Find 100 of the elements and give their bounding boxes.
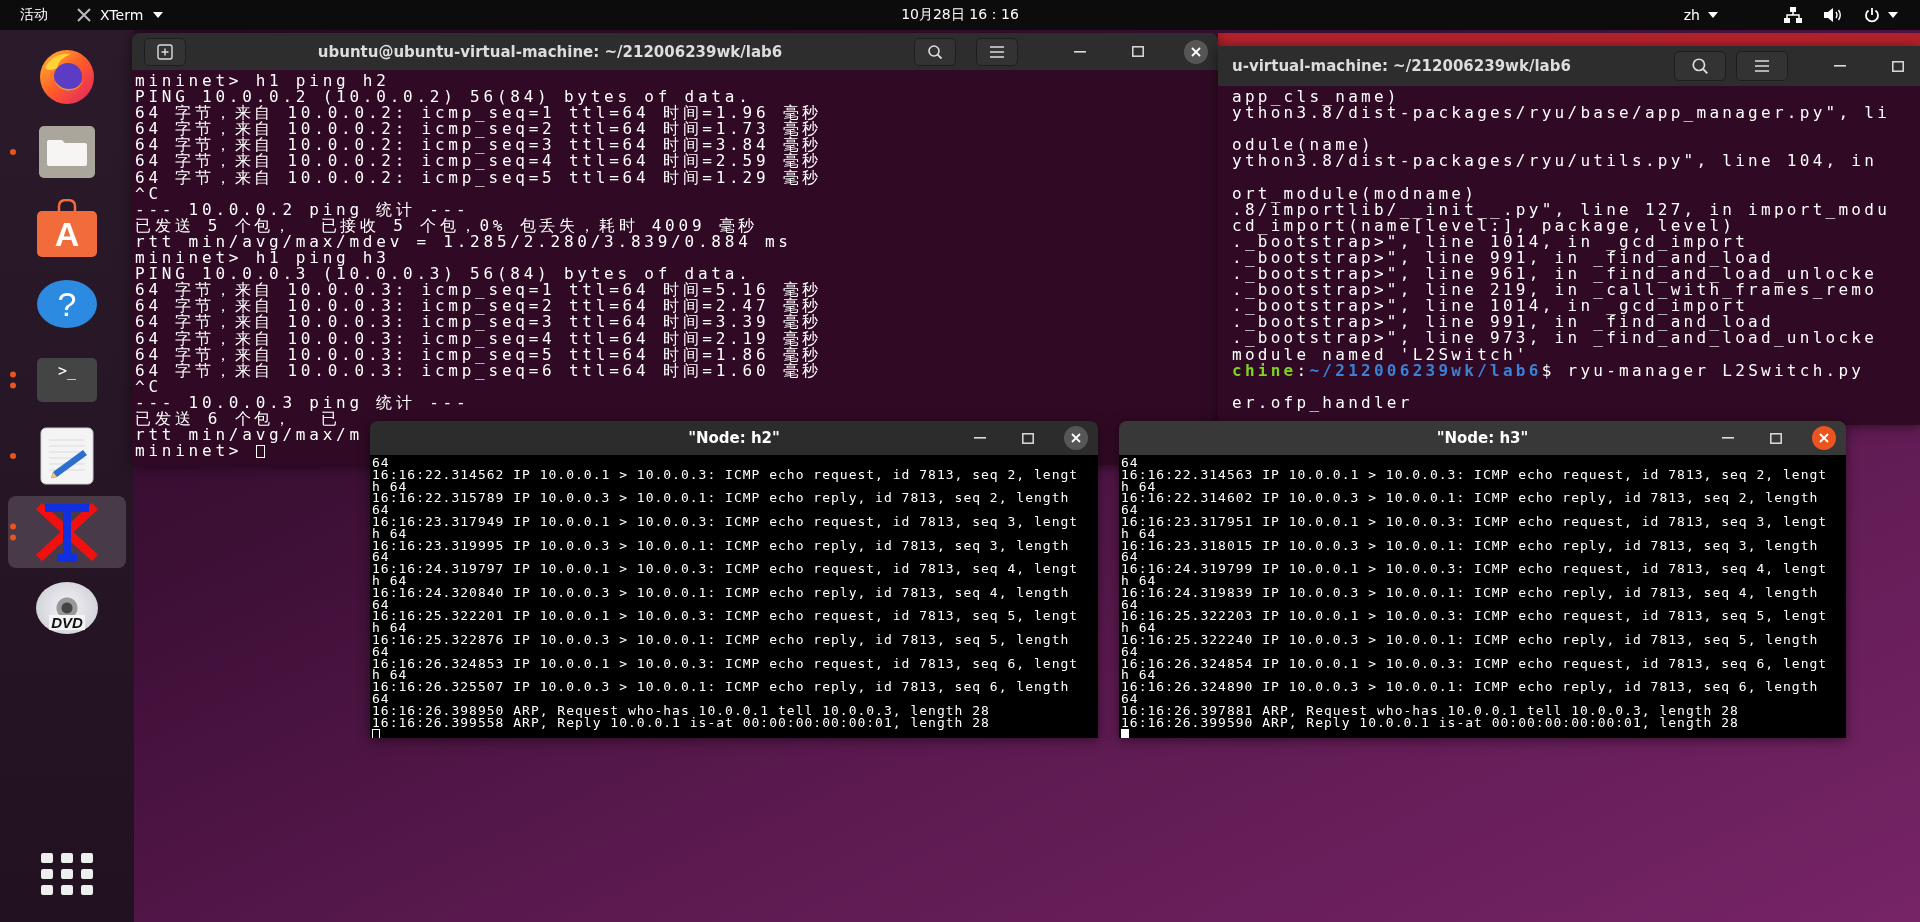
terminal-line: ._bootstrap>", line 219, in _call_with_frames_remo xyxy=(1232,282,1878,299)
folder-icon xyxy=(37,124,97,180)
search-button[interactable] xyxy=(914,37,956,66)
terminal-line: 64 xyxy=(372,692,390,705)
window-title: "Node: h3" xyxy=(1436,429,1529,447)
terminal-line: 16:16:22.314602 IP 10.0.0.3 > 10.0.0.1: ICMP echo reply, id 7813, seq 2, length xyxy=(1121,492,1819,505)
maximize-icon xyxy=(1770,432,1782,444)
terminal-line: 16:16:25.322201 IP 10.0.0.1 > 10.0.0.3: ICMP echo request, id 7813, seq 5, lengt xyxy=(372,610,1079,623)
terminal-line: chine:~/212006239wk/lab6$ ryu-manager L2Switch.py xyxy=(1232,362,1865,379)
running-indicator xyxy=(10,149,16,155)
terminal-line: rtt min/avg/max/m xyxy=(135,427,363,444)
terminal-line: h 64 xyxy=(372,622,408,634)
terminal-line: rtt min/avg/max/mdev = 1.285/2.280/3.839/0.884 ms xyxy=(135,233,792,251)
terminal-line: 已发送 6 个包， 已 xyxy=(135,410,341,428)
menu-button[interactable] xyxy=(1736,51,1788,81)
terminal-line: 64 xyxy=(372,598,390,611)
close-icon xyxy=(1191,46,1201,57)
network-icon[interactable] xyxy=(1784,7,1802,23)
terminal-line: 16:16:23.317951 IP 10.0.0.1 > 10.0.0.3: ICMP echo request, id 7813, seq 3, lengt xyxy=(1121,516,1828,528)
terminal-line: --- 10.0.0.2 ping 统计 --- xyxy=(135,201,470,218)
terminal-line: 16:16:26.324853 IP 10.0.0.1 > 10.0.0.3: ICMP echo request, id 7813, seq 6, lengt xyxy=(372,657,1079,670)
power-icon[interactable] xyxy=(1864,7,1880,23)
terminal-line: 64 xyxy=(372,645,390,658)
activities-button[interactable]: 活动 xyxy=(20,6,48,24)
terminal-line: 64 字节，来自 10.0.0.3: icmp_seq=4 ttl=64 时间=2.19 毫秒 xyxy=(135,330,823,347)
terminal-line: ort_module(modname) xyxy=(1232,185,1478,202)
app-menu[interactable]: XTerm xyxy=(76,7,164,23)
grid-icon xyxy=(41,853,93,897)
dock-item[interactable]: ? xyxy=(8,268,126,340)
terminal-line: ._bootstrap>", line 961, in _find_and_load_unlocke xyxy=(1232,266,1878,283)
minimize-icon xyxy=(1722,437,1734,439)
search-icon xyxy=(1691,57,1709,75)
terminal-line: 64 xyxy=(1121,551,1139,564)
terminal-line: h 64 xyxy=(372,574,408,587)
close-button[interactable] xyxy=(1064,426,1088,450)
caret-icon xyxy=(153,12,164,18)
terminal-line: 16:16:22.314563 IP 10.0.0.1 > 10.0.0.3: ICMP echo request, id 7813, seq 2, lengt xyxy=(1121,468,1828,481)
terminal-line: 16:16:26.325507 IP 10.0.0.3 > 10.0.0.1: ICMP echo reply, id 7813, seq 6, length xyxy=(372,681,1070,693)
terminal-line: ython3.8/dist-packages/ryu/utils.py", line 104, in xyxy=(1232,153,1878,170)
terminal-line: 64 xyxy=(372,551,390,564)
new-tab-button[interactable] xyxy=(144,37,186,66)
terminal-line: h 64 xyxy=(1121,669,1157,682)
terminal-line: 16:16:24.319839 IP 10.0.0.3 > 10.0.0.1: ICMP echo reply, id 7813, seq 4, length xyxy=(1121,586,1819,599)
maximize-icon xyxy=(1132,46,1144,57)
terminal-line: 64 xyxy=(1121,598,1139,611)
terminal-line: 64 字节，来自 10.0.0.2: icmp_seq=4 ttl=64 时间=2.59 毫秒 xyxy=(135,153,823,170)
terminal-line: h 64 xyxy=(372,669,408,682)
close-button[interactable] xyxy=(1184,39,1208,64)
terminal-line: 已发送 5 个包， 已接收 5 个包，0% 包丢失，耗时 4009 毫秒 xyxy=(135,217,759,234)
menu-icon xyxy=(989,45,1005,58)
terminal-line: 16:16:26.397881 ARP, Request who-has 10.0.0.1 tell 10.0.0.3, length 28 xyxy=(1121,704,1739,717)
terminal-line: mininet> h1 ping h3 xyxy=(135,250,390,267)
close-icon xyxy=(1819,433,1829,443)
close-button[interactable] xyxy=(1812,426,1836,450)
terminal-icon: >_ xyxy=(37,358,97,402)
search-button[interactable] xyxy=(1674,51,1726,81)
minimize-icon xyxy=(1074,50,1086,53)
terminal-line: h 64 xyxy=(1121,527,1157,540)
terminal-line: 64 字节，来自 10.0.0.2: icmp_seq=5 ttl=64 时间=1.29 毫秒 xyxy=(135,169,823,186)
terminal-line: er.ofp_handler xyxy=(1232,394,1413,411)
terminal-line: module named 'L2Switch' xyxy=(1232,346,1529,363)
terminal-line: h 64 xyxy=(372,527,408,540)
minimize-icon xyxy=(974,437,986,439)
terminal-line: ^C xyxy=(135,378,162,395)
help-icon: ? xyxy=(37,280,97,328)
terminal-line: 64 xyxy=(1121,645,1139,658)
terminal-line: 64 xyxy=(372,504,390,516)
terminal-line: ython3.8/dist-packages/ryu/base/app_manager.py", li xyxy=(1232,105,1891,122)
terminal-line: 16:16:26.399558 ARP, Reply 10.0.0.1 is-at 00:00:00:00:00:01, length 28 xyxy=(372,716,990,729)
menu-button[interactable] xyxy=(976,37,1018,66)
caret-icon xyxy=(1888,12,1898,18)
minimize-icon xyxy=(1834,65,1846,67)
terminal-line: 64 字节，来自 10.0.0.3: icmp_seq=3 ttl=64 时间=3.39 毫秒 xyxy=(135,314,823,331)
window-title: u-virtual-machine: ~/212006239wk/lab6 xyxy=(1232,57,1572,75)
maximize-icon xyxy=(1892,60,1904,72)
terminal-line: 16:16:22.314562 IP 10.0.0.1 > 10.0.0.3: ICMP echo request, id 7813, seq 2, lengt xyxy=(372,468,1079,481)
terminal-line: 16:16:23.318015 IP 10.0.0.3 > 10.0.0.1: ICMP echo reply, id 7813, seq 3, length xyxy=(1121,539,1819,552)
terminal-line: mininet> xyxy=(135,443,243,460)
terminal-line: h 64 xyxy=(1121,574,1157,587)
terminal-line: h 64 xyxy=(1121,622,1157,634)
dock-item[interactable]: >_ xyxy=(8,344,126,416)
clock[interactable]: 10月28日 16：16 xyxy=(901,6,1019,24)
dock-item[interactable]: DVD xyxy=(8,572,126,644)
terminal-line: 64 xyxy=(1121,504,1139,516)
input-method-menu[interactable]: zh xyxy=(1683,7,1718,23)
terminal-line: 16:16:26.324854 IP 10.0.0.1 > 10.0.0.3: ICMP echo request, id 7813, seq 6, lengt xyxy=(1121,657,1828,670)
terminal-line: 16:16:26.324890 IP 10.0.0.3 > 10.0.0.1: ICMP echo reply, id 7813, seq 6, length xyxy=(1121,681,1819,693)
close-icon xyxy=(1071,433,1081,443)
window-title: "Node: h2" xyxy=(688,429,780,447)
caret-icon xyxy=(1708,12,1718,18)
new-tab-icon xyxy=(157,43,173,60)
search-icon xyxy=(927,43,943,60)
terminal-line: 16:16:24.319799 IP 10.0.0.1 > 10.0.0.3: ICMP echo request, id 7813, seq 4, lengt xyxy=(1121,563,1828,575)
terminal-line: app_cls_name) xyxy=(1232,89,1400,106)
menu-icon xyxy=(1754,60,1770,72)
terminal-line: h 64 xyxy=(372,480,408,493)
volume-icon[interactable] xyxy=(1824,8,1842,22)
terminal-line: ._bootstrap>", line 973, in _find_and_load_unlocke xyxy=(1232,330,1878,347)
terminal-line: 16:16:23.317949 IP 10.0.0.1 > 10.0.0.3: ICMP echo request, id 7813, seq 3, lengt xyxy=(372,516,1079,528)
terminal-line: 16:16:24.320840 IP 10.0.0.3 > 10.0.0.1: ICMP echo reply, id 7813, seq 4, length xyxy=(372,586,1070,599)
